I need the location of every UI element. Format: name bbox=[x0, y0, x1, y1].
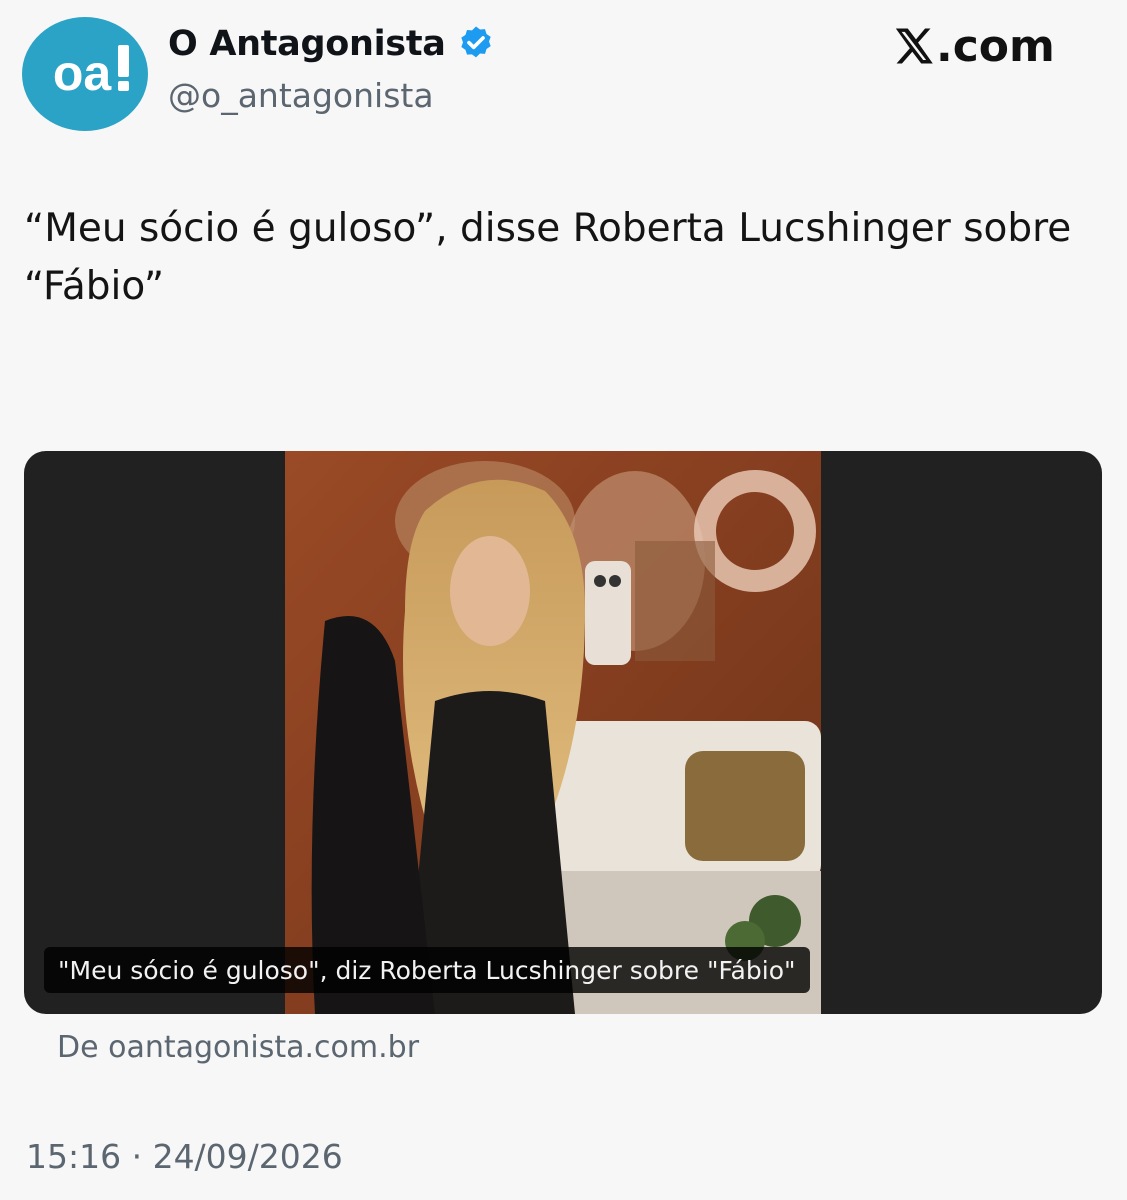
card-photo bbox=[285, 451, 821, 1014]
avatar[interactable]: oa bbox=[22, 17, 148, 131]
author-handle[interactable]: @o_antagonista bbox=[168, 76, 434, 115]
card-source-link[interactable]: De oantagonista.com.br bbox=[57, 1030, 419, 1065]
x-logo-icon bbox=[895, 28, 933, 64]
avatar-logo: oa bbox=[53, 45, 113, 101]
verified-badge-icon bbox=[460, 26, 491, 58]
card-caption: "Meu sócio é guloso", diz Roberta Lucshi… bbox=[44, 947, 810, 993]
tweet-timestamp[interactable]: 15:16 · 24/09/2026 bbox=[26, 1137, 343, 1176]
x-com-watermark: .com bbox=[892, 20, 1055, 72]
tweet-text: “Meu sócio é guloso”, disse Roberta Lucs… bbox=[24, 206, 1072, 309]
brand-domain-text: .com bbox=[936, 20, 1055, 72]
author-display-name[interactable]: O Antagonista bbox=[168, 22, 496, 66]
link-preview-card[interactable]: "Meu sócio é guloso", diz Roberta Lucshi… bbox=[24, 451, 1102, 1014]
author-name-text: O Antagonista bbox=[168, 24, 446, 64]
